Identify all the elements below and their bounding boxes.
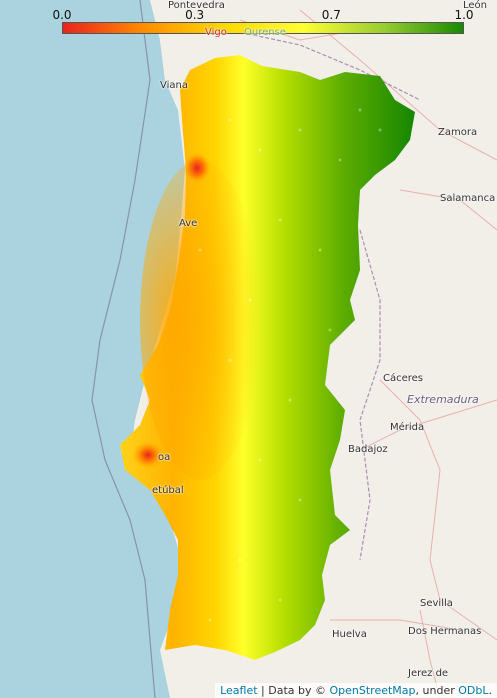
place-badajoz: Badajoz [348,444,388,455]
place-vigo: Vigo [205,27,227,38]
place-extremadura: Extremadura [407,393,479,406]
place-caceres: Cáceres [383,373,424,384]
place-dos-hermanas: Dos Hermanas [408,626,482,637]
place-pontevedra: Pontevedra [168,0,225,11]
osm-link[interactable]: OpenStreetMap [330,684,416,697]
place-viana: Viana [160,80,188,91]
basemap [91,0,497,698]
colorbar-tick-2: 0.7 [321,8,341,22]
coastal-orange [140,160,260,480]
place-huelva: Huelva [332,629,367,640]
place-ourense: Ourense [244,27,286,38]
place-leon: León [463,0,488,11]
attribution-text: | Data by © [257,684,330,697]
place-jerez: Jerez de [408,668,449,679]
place-lisboa: oa [158,452,171,463]
odbl-link[interactable]: ODbL [458,684,488,697]
leaflet-link[interactable]: Leaflet [220,684,257,697]
hotspot-porto [183,152,211,184]
place-merida: Mérida [390,422,425,433]
attribution: Leaflet | Data by © OpenStreetMap, under… [215,683,497,698]
colorbar-tick-0: 0.0 [52,8,72,22]
attribution-period: . [488,684,493,697]
place-aveiro: Ave [179,218,198,229]
map-container[interactable]: 0.0 0.3 0.7 1.0 Pontevedra León Vigo Our… [0,0,497,698]
place-salamanca: Salamanca [440,193,496,204]
attribution-under: , under [415,684,459,697]
place-sevilla: Sevilla [420,598,453,609]
place-zamora: Zamora [438,127,478,138]
place-setubal: etúbal [152,485,184,496]
